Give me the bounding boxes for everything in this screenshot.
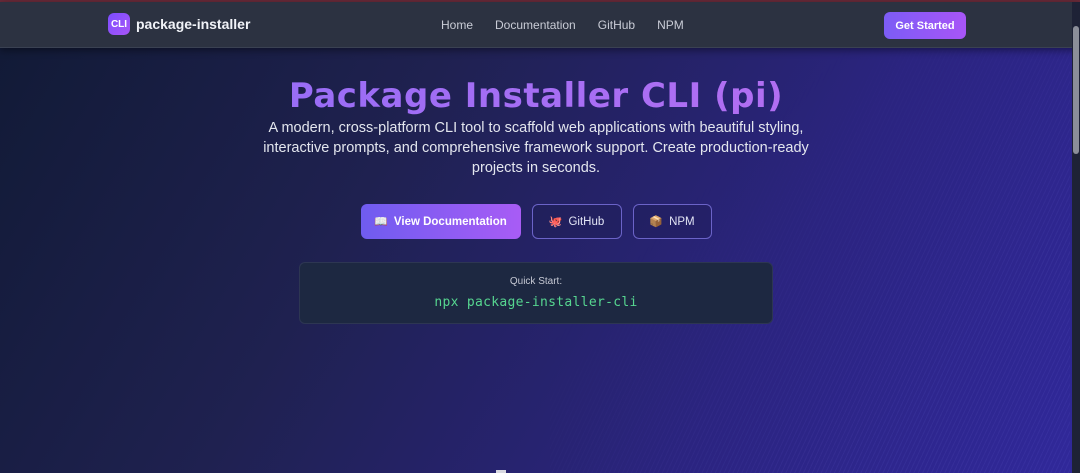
scrollbar[interactable] <box>1072 2 1080 473</box>
brand-logo-icon: CLI <box>108 13 130 35</box>
nav-link-github[interactable]: GitHub <box>598 18 635 32</box>
hero-description: A modern, cross-platform CLI tool to sca… <box>263 120 809 176</box>
get-started-button[interactable]: Get Started <box>884 12 966 39</box>
quick-start-box: Quick Start: npx package-installer-cli <box>299 262 773 324</box>
nav-links: Home Documentation GitHub NPM <box>441 18 684 32</box>
brand-name: package-installer <box>136 16 251 32</box>
github-button[interactable]: 🐙 GitHub <box>531 204 622 239</box>
scrollbar-thumb[interactable] <box>1073 26 1079 154</box>
npm-button[interactable]: 📦 NPM <box>632 204 712 239</box>
nav-link-npm[interactable]: NPM <box>657 18 684 32</box>
github-label: GitHub <box>568 215 605 228</box>
quick-start-label: Quick Start: <box>509 276 563 287</box>
cta-buttons: 📖 View Documentation 🐙 GitHub 📦 NPM <box>0 204 1072 239</box>
book-icon: 📖 <box>374 216 388 228</box>
nav-link-home[interactable]: Home <box>441 18 473 32</box>
package-icon: 📦 <box>649 216 664 228</box>
hero-title: Package Installer CLI (pi) <box>0 76 1072 116</box>
view-documentation-button[interactable]: 📖 View Documentation <box>360 204 521 239</box>
quick-start-command[interactable]: npx package-installer-cli <box>300 295 772 310</box>
nav-link-documentation[interactable]: Documentation <box>495 18 576 32</box>
view-documentation-label: View Documentation <box>393 215 507 228</box>
npm-label: NPM <box>669 215 695 228</box>
octopus-icon: 🐙 <box>548 216 563 228</box>
top-navbar: CLI package-installer Home Documentation… <box>0 2 1080 48</box>
hero-section: Package Installer CLI (pi) A modern, cro… <box>0 60 1072 178</box>
brand[interactable]: CLI package-installer <box>108 13 250 35</box>
